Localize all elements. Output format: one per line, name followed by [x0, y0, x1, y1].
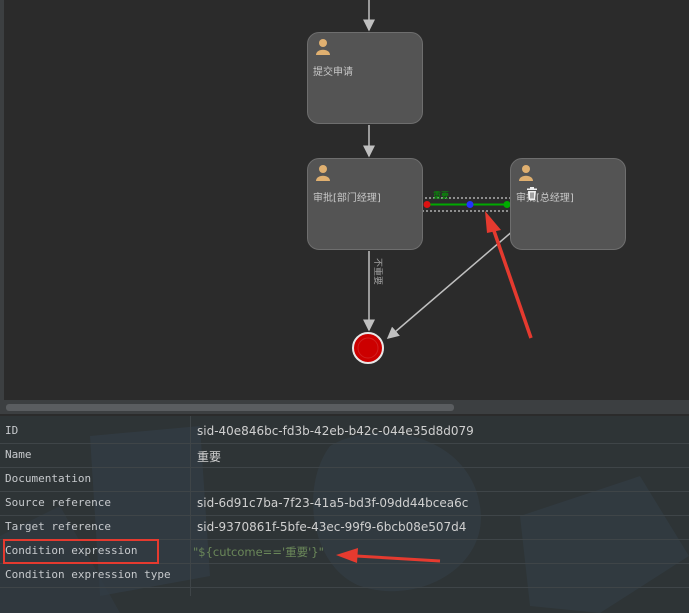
prop-row-condition-expression-type[interactable]: Condition expression type [0, 564, 689, 588]
prop-key: Name [5, 448, 32, 461]
task-label: 提交申请 [313, 67, 353, 78]
horizontal-scrollbar[interactable] [0, 400, 689, 414]
prop-value[interactable]: 重要 [197, 448, 221, 465]
prop-value[interactable]: "${cutcome=='重要'}" [193, 544, 324, 560]
prop-row-documentation[interactable]: Documentation [0, 468, 689, 492]
flow-label-not-important: 不重要 [372, 258, 384, 285]
prop-row-target-reference[interactable]: Target reference sid-9370861f-5bfe-43ec-… [0, 516, 689, 540]
prop-value[interactable]: sid-6d91c7ba-7f23-41a5-bd3f-09dd44bcea6c [197, 496, 468, 510]
scrollbar-thumb[interactable] [6, 404, 454, 411]
column-divider [190, 416, 191, 596]
prop-key: Condition expression type [5, 568, 171, 581]
user-icon [316, 39, 330, 55]
selected-flow-important[interactable]: 重要 [420, 190, 521, 212]
task-label: 审批[部门经理] [313, 193, 381, 204]
highlight-box [3, 539, 159, 564]
diagram-canvas[interactable]: 不重要 重要 提交申请 审批[部门经理] 审批[总经理] [0, 0, 689, 400]
prop-value[interactable]: sid-9370861f-5bfe-43ec-99f9-6bcb08e507d4 [197, 520, 466, 534]
prop-row-source-reference[interactable]: Source reference sid-6d91c7ba-7f23-41a5-… [0, 492, 689, 516]
prop-key: ID [5, 424, 19, 437]
prop-key: Source reference [5, 496, 111, 509]
prop-key: Documentation [5, 472, 92, 485]
task-label: 审批[总经理] [516, 193, 574, 204]
flow-label-important: 重要 [433, 190, 449, 200]
user-icon [316, 165, 330, 181]
end-event[interactable] [352, 332, 384, 364]
task-submit-application[interactable]: 提交申请 [307, 32, 423, 124]
trash-icon[interactable] [526, 187, 538, 200]
task-general-manager-approval[interactable]: 审批[总经理] [510, 158, 626, 250]
prop-row-id[interactable]: ID sid-40e846bc-fd3b-42eb-b42c-044e35d8d… [0, 420, 689, 444]
prop-value[interactable]: sid-40e846bc-fd3b-42eb-b42c-044e35d8d079 [197, 424, 474, 438]
prop-row-name[interactable]: Name 重要 [0, 444, 689, 468]
user-icon [519, 165, 533, 181]
prop-key: Target reference [5, 520, 111, 533]
properties-panel: ID sid-40e846bc-fd3b-42eb-b42c-044e35d8d… [0, 416, 689, 613]
task-dept-manager-approval[interactable]: 审批[部门经理] [307, 158, 423, 250]
